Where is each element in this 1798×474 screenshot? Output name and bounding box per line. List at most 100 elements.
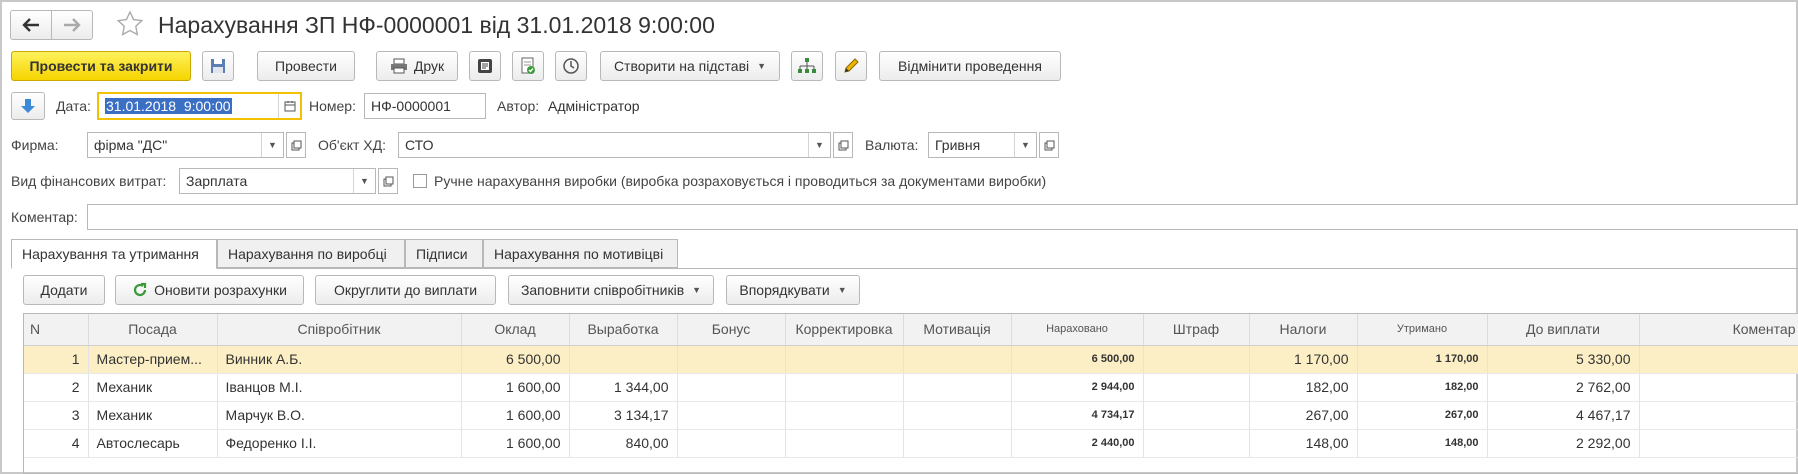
chevron-down-icon: ▼ [692, 285, 702, 295]
expense-type-field[interactable]: Зарплата ▼ [179, 168, 376, 194]
salary-cell: 1 600,00 [461, 373, 570, 402]
chevron-down-icon[interactable]: ▼ [353, 169, 375, 193]
chevron-down-icon[interactable]: ▼ [261, 133, 283, 157]
chevron-down-icon[interactable]: ▼ [808, 133, 830, 157]
row-number: 3 [24, 401, 89, 430]
open-window-icon [1044, 140, 1054, 150]
output-cell: 1 344,00 [569, 373, 678, 402]
output-cell [569, 345, 678, 374]
sort-button[interactable]: Впорядкувати ▼ [726, 275, 860, 305]
object-open-button[interactable] [833, 132, 853, 158]
manual-accrual-checkbox[interactable] [413, 174, 427, 188]
object-field[interactable]: СТО ▼ [398, 132, 831, 158]
calendar-icon[interactable] [278, 94, 300, 118]
payout-cell: 5 330,00 [1487, 345, 1640, 374]
column-header[interactable]: Выработка [569, 314, 678, 346]
round-to-payout-button[interactable]: Округлити до виплати [315, 275, 496, 305]
object-label: Об'єкт ХД: [318, 137, 387, 153]
save-button[interactable] [202, 51, 234, 81]
tab-accruals-by-motivation[interactable]: Нарахування по мотивіцві [483, 239, 678, 268]
column-header[interactable]: До виплати [1487, 314, 1640, 346]
fill-employees-label: Заповнити співробітників [520, 282, 685, 298]
motivation-cell [903, 429, 1012, 458]
accrued-cell: 2 944,00 [1011, 373, 1144, 402]
add-button[interactable]: Додати [23, 275, 105, 305]
cancel-posting-button[interactable]: Відмінити проведення [879, 51, 1061, 81]
comment-label: Коментар: [11, 209, 78, 225]
accrued-cell: 4 734,17 [1011, 401, 1144, 430]
salary-cell: 6 500,00 [461, 345, 570, 374]
open-window-icon [838, 140, 848, 150]
taxes-cell: 182,00 [1249, 373, 1358, 402]
tab-accruals-deductions[interactable]: Нарахування та утримання [11, 239, 217, 269]
fine-cell [1143, 401, 1250, 430]
column-header[interactable]: Бонус [677, 314, 786, 346]
open-window-icon [383, 176, 393, 186]
document-structure-button[interactable] [512, 51, 544, 81]
column-header[interactable]: Налоги [1249, 314, 1358, 346]
column-header[interactable]: Нараховано [1011, 314, 1144, 346]
table-header-row: N Посада Співробітник Оклад Выработка Бо… [24, 314, 1798, 346]
author-label: Автор: [497, 98, 540, 114]
number-label: Номер: [309, 98, 356, 114]
table-row[interactable]: 3 Механик Марчук В.О. 1 600,00 3 134,17 … [24, 401, 1798, 430]
position-cell: Автослесарь [88, 429, 218, 458]
output-cell: 840,00 [569, 429, 678, 458]
column-header[interactable]: Мотивація [903, 314, 1012, 346]
comment-cell [1639, 401, 1798, 430]
object-value: СТО [405, 137, 434, 153]
star-icon [116, 10, 144, 36]
pencil-icon [844, 58, 859, 73]
withheld-cell: 267,00 [1357, 401, 1488, 430]
column-header[interactable]: Посада [88, 314, 218, 346]
table-row[interactable]: 4 Автослесарь Федоренко І.І. 1 600,00 84… [24, 429, 1798, 458]
comment-field[interactable] [87, 204, 1798, 230]
correction-cell [785, 429, 904, 458]
number-field[interactable]: НФ-0000001 [364, 93, 486, 119]
column-header[interactable]: Корректировка [785, 314, 904, 346]
document-window: Нарахування ЗП НФ-0000001 від 31.01.2018… [0, 0, 1798, 474]
taxes-cell: 1 170,00 [1249, 345, 1358, 374]
favorite-star-button[interactable] [116, 10, 146, 40]
expense-type-open-button[interactable] [378, 168, 398, 194]
forward-button[interactable] [51, 10, 93, 40]
history-clock-icon [563, 58, 579, 74]
payout-cell: 2 762,00 [1487, 373, 1640, 402]
column-header[interactable]: Коментар [1639, 314, 1798, 346]
fill-employees-button[interactable]: Заповнити співробітників ▼ [508, 275, 714, 305]
column-header[interactable]: Оклад [461, 314, 570, 346]
tab-signatures[interactable]: Підписи [405, 239, 483, 268]
table-row[interactable]: 2 Механик Іванцов М.І. 1 600,00 1 344,00… [24, 373, 1798, 402]
create-based-on-button[interactable]: Створити на підставі ▼ [600, 51, 780, 81]
print-button[interactable]: Друк [376, 51, 458, 81]
firm-open-button[interactable] [286, 132, 306, 158]
position-cell: Механик [88, 373, 218, 402]
edit-button[interactable] [835, 51, 867, 81]
currency-field[interactable]: Гривня ▼ [928, 132, 1037, 158]
report-button[interactable] [469, 51, 501, 81]
accrued-cell: 2 440,00 [1011, 429, 1144, 458]
column-header[interactable]: N [24, 314, 89, 346]
arrow-down-icon [21, 99, 35, 113]
back-button[interactable] [10, 10, 52, 40]
bonus-cell [677, 345, 786, 374]
taxes-cell: 267,00 [1249, 401, 1358, 430]
history-button[interactable] [555, 51, 587, 81]
currency-open-button[interactable] [1039, 132, 1059, 158]
post-button[interactable]: Провести [257, 51, 355, 81]
currency-value: Гривня [935, 137, 981, 153]
column-header[interactable]: Штраф [1143, 314, 1250, 346]
column-header[interactable]: Утримано [1357, 314, 1488, 346]
printer-icon [390, 58, 408, 74]
firm-field[interactable]: фірма "ДС" ▼ [87, 132, 284, 158]
arrow-down-button[interactable] [11, 92, 45, 120]
hierarchy-button[interactable] [791, 51, 823, 81]
employee-cell: Марчук В.О. [217, 401, 462, 430]
table-row[interactable]: 1 Мастер-прием... Винник А.Б. 6 500,00 6… [24, 345, 1798, 374]
post-and-close-button[interactable]: Провести та закрити [11, 51, 191, 81]
refresh-calculations-button[interactable]: Оновити розрахунки [115, 275, 304, 305]
date-field[interactable]: 31.01.2018 9:00:00 [97, 92, 302, 120]
column-header[interactable]: Співробітник [217, 314, 462, 346]
tab-accruals-by-output[interactable]: Нарахування по виробці [217, 239, 405, 268]
chevron-down-icon[interactable]: ▼ [1014, 133, 1036, 157]
